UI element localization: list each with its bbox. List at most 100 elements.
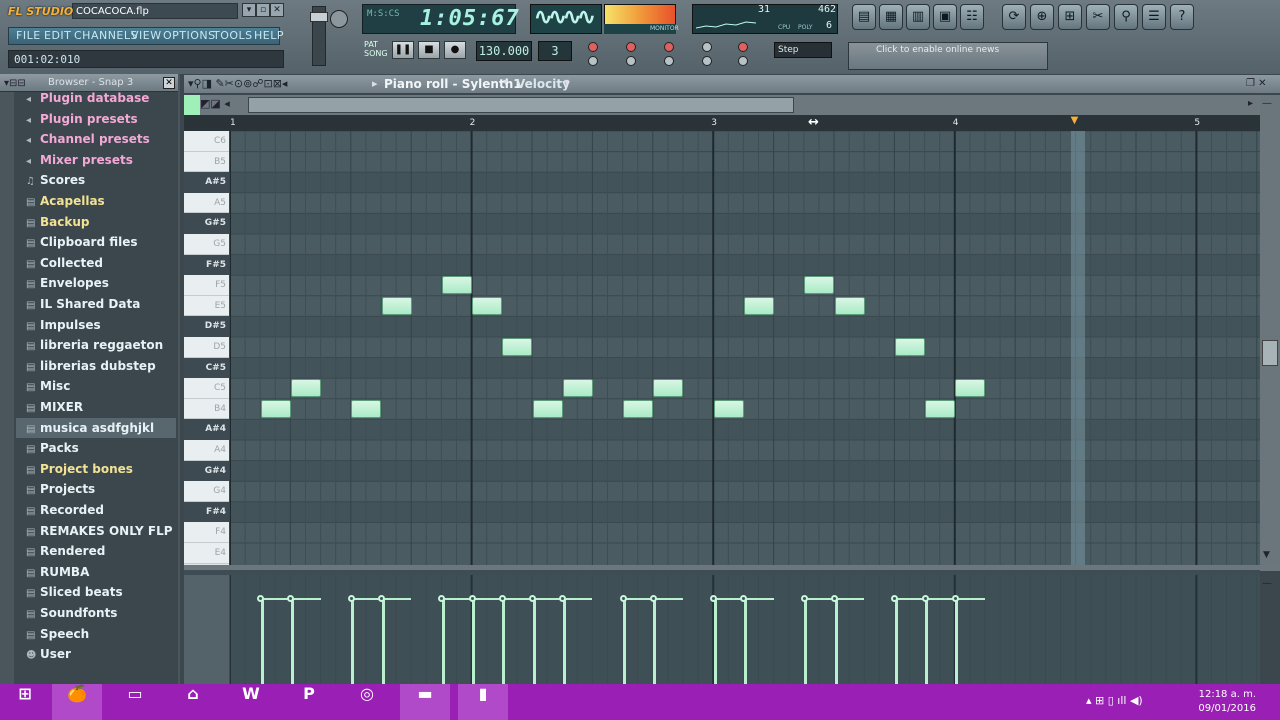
blend-notes-icon[interactable] xyxy=(664,56,674,66)
piano-key[interactable]: G#5 xyxy=(184,213,229,234)
browser-item[interactable]: ▤ Project bones xyxy=(16,459,176,479)
note-e5[interactable] xyxy=(381,296,412,315)
velocity-stem[interactable] xyxy=(532,599,536,684)
velocity-stem[interactable] xyxy=(623,599,627,684)
playlist-window-icon[interactable]: ▤ xyxy=(852,4,876,30)
powerpoint-icon[interactable]: P xyxy=(284,684,334,720)
browser-item[interactable]: ▤ Projects xyxy=(16,479,176,499)
search-icon[interactable]: ⚲ xyxy=(1114,4,1138,30)
browser-item[interactable]: ◂ Channel presets xyxy=(16,129,176,149)
menu-channels[interactable]: CHANNELS xyxy=(74,29,138,42)
note-b4[interactable] xyxy=(260,399,291,418)
velocity-handle[interactable] xyxy=(800,595,808,602)
browser-item[interactable]: ▤ RUMBA xyxy=(16,562,176,582)
browser-item[interactable]: ▤ Soundfonts xyxy=(16,603,176,623)
note-c5[interactable] xyxy=(290,379,321,398)
browser-item[interactable]: ▤ Clipboard files xyxy=(16,232,176,252)
piano-key[interactable]: A#4 xyxy=(184,419,229,440)
piano-key[interactable]: D5 xyxy=(184,337,229,358)
menu-edit[interactable]: EDIT xyxy=(44,29,71,42)
browser-item[interactable]: ♫ Scores xyxy=(16,170,176,190)
home-icon[interactable]: ⌂ xyxy=(168,684,218,720)
help-icon[interactable]: ? xyxy=(1170,4,1194,30)
note-f5[interactable] xyxy=(804,276,835,295)
velocity-handle[interactable] xyxy=(378,595,385,602)
piano-key[interactable]: G#4 xyxy=(184,460,229,482)
reset-icon[interactable]: ⟳ xyxy=(1002,4,1026,30)
note-d5[interactable] xyxy=(894,338,925,356)
zoom-icon[interactable]: ◩◪ ◂ xyxy=(200,97,230,110)
piano-key[interactable]: G5 xyxy=(184,234,229,255)
metronome-icon[interactable] xyxy=(626,42,636,52)
browser-item[interactable]: ◂ Mixer presets xyxy=(16,150,176,170)
stop-button[interactable]: ■ xyxy=(418,41,440,59)
menu-file[interactable]: FILE xyxy=(16,29,41,42)
velocity-stem[interactable] xyxy=(804,599,808,684)
export-icon[interactable]: ⊞ xyxy=(1058,4,1082,30)
note-e5[interactable] xyxy=(472,296,503,315)
piano-key[interactable]: G4 xyxy=(184,481,229,502)
menu-options[interactable]: OPTIONS xyxy=(163,29,216,42)
scroll-thumb[interactable] xyxy=(248,97,794,113)
notes-icon[interactable]: ☰ xyxy=(1142,4,1166,30)
target-dropdown-icon[interactable]: ▾ xyxy=(564,77,569,88)
piano-key[interactable]: D#5 xyxy=(184,316,229,337)
browser-item[interactable]: ▤ Recorded xyxy=(16,500,176,520)
menu-help[interactable]: HELP xyxy=(254,29,284,42)
piano-key[interactable]: F4 xyxy=(184,522,229,543)
browser-item[interactable]: ▤ REMAKES ONLY FLP xyxy=(16,521,176,541)
note-f5[interactable] xyxy=(441,276,472,295)
velocity-handle[interactable] xyxy=(347,595,355,602)
velocity-stem[interactable] xyxy=(260,599,264,684)
note-b4[interactable] xyxy=(925,399,956,418)
note-b4[interactable] xyxy=(532,399,563,418)
minimize-icon[interactable]: ▫ xyxy=(256,3,270,17)
mixer-window-icon[interactable]: ☷ xyxy=(960,4,984,30)
menu-tools[interactable]: TOOLS xyxy=(213,29,253,42)
note-b4[interactable] xyxy=(351,399,382,418)
event-target-selector[interactable]: Velocity xyxy=(516,77,570,91)
velocity-stem[interactable] xyxy=(834,599,838,684)
velocity-stem[interactable] xyxy=(502,599,506,684)
velocity-handle[interactable] xyxy=(921,595,929,602)
browser-item[interactable]: ▤ Rendered xyxy=(16,541,176,561)
browser-item[interactable]: ▤ Sliced beats xyxy=(16,582,176,602)
piano-key[interactable]: B4 xyxy=(184,398,229,420)
browser-item[interactable]: ▤ IL Shared Data xyxy=(16,294,176,314)
velocity-stem[interactable] xyxy=(743,599,747,684)
countdown-icon[interactable] xyxy=(626,56,636,66)
windows-start-icon[interactable]: ⊞ xyxy=(0,684,50,720)
velocity-handle[interactable] xyxy=(498,595,506,602)
browser-item[interactable]: ▤ Packs xyxy=(16,438,176,458)
master-pitch-knob[interactable] xyxy=(330,10,348,28)
piano-key[interactable]: A5 xyxy=(184,192,229,214)
browser-item[interactable]: ▤ MIXER xyxy=(16,397,176,417)
system-clock[interactable]: 12:18 a. m. 09/01/2016 xyxy=(1196,688,1256,716)
note-grid[interactable] xyxy=(230,131,1260,565)
dropdown-icon[interactable]: ▾ xyxy=(242,3,256,17)
tempo-display[interactable]: 130.000 xyxy=(476,41,532,61)
vscroll-up-icon[interactable]: — xyxy=(1262,98,1272,109)
note-d5[interactable] xyxy=(502,338,533,356)
note-e5[interactable] xyxy=(834,296,865,315)
note-c5[interactable] xyxy=(562,379,593,398)
piano-key[interactable]: E4 xyxy=(184,543,229,564)
velocity-handle[interactable] xyxy=(649,595,657,602)
velocity-handle[interactable] xyxy=(529,595,536,602)
menu-view[interactable]: VIEW xyxy=(131,29,162,42)
step-sequencer-icon[interactable]: ▦ xyxy=(879,4,903,30)
piano-key[interactable]: C5 xyxy=(184,378,229,399)
piano-key[interactable]: F#4 xyxy=(184,501,229,523)
browser-item[interactable]: ▤ Envelopes xyxy=(16,273,176,293)
save-icon[interactable]: ⊕ xyxy=(1030,4,1054,30)
pat-song-switch[interactable]: PAT SONG xyxy=(364,40,388,58)
velocity-stem[interactable] xyxy=(381,599,385,684)
browser-item[interactable]: ◂ Plugin presets xyxy=(16,109,176,129)
piano-key[interactable]: A4 xyxy=(184,440,229,461)
velocity-stem[interactable] xyxy=(290,599,294,684)
playlist-icon[interactable] xyxy=(738,56,748,66)
browser-item[interactable]: ▤ libreria reggaeton xyxy=(16,335,176,355)
note-b4[interactable] xyxy=(713,399,744,418)
velocity-stem[interactable] xyxy=(562,599,566,684)
velocity-stem[interactable] xyxy=(472,599,476,684)
